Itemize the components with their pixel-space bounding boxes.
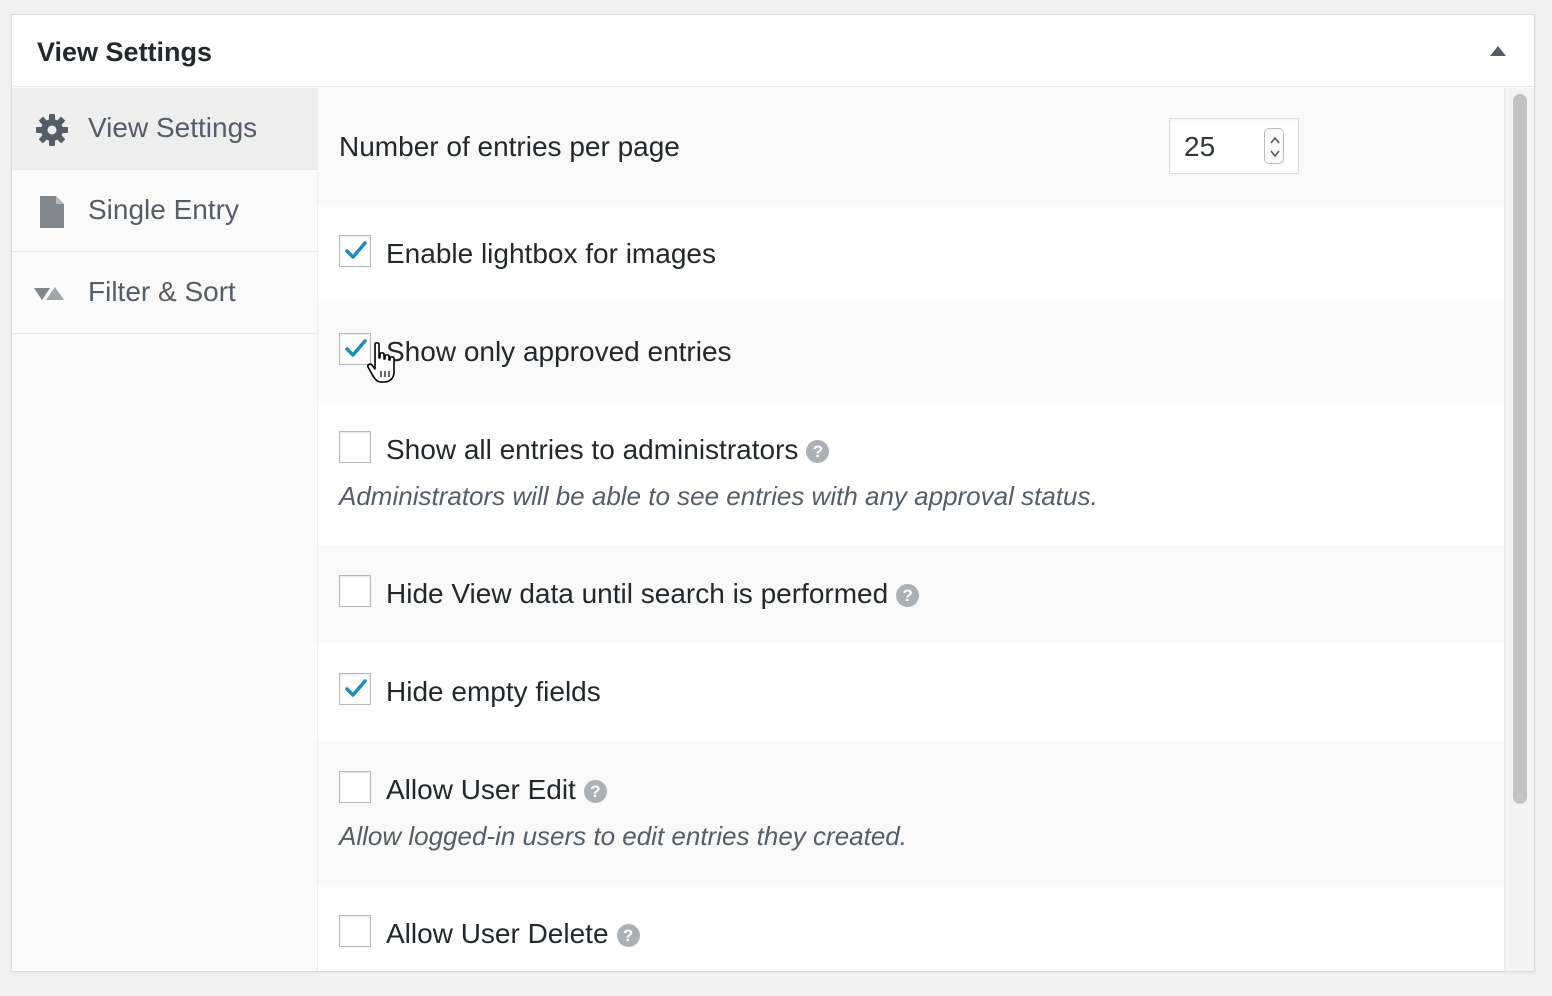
hide-until-search-checkbox[interactable] (339, 575, 371, 607)
lightbox-label: Enable lightbox for images (386, 238, 716, 269)
hand-cursor-icon (367, 342, 395, 383)
user-edit-text: Allow User Edit (386, 774, 576, 805)
setting-row-hide-until-search: Hide View data until search is performed… (318, 545, 1504, 643)
hide-empty-label: Hide empty fields (386, 676, 601, 707)
admin-show-all-checkbox[interactable] (339, 431, 371, 463)
filter-sort-icon (34, 276, 70, 312)
entries-per-page-input[interactable]: 25 (1169, 118, 1299, 174)
panel-title: View Settings (37, 37, 213, 67)
admin-show-all-description: Administrators will be able to see entri… (339, 481, 1098, 511)
document-icon (34, 194, 70, 230)
vertical-scrollbar[interactable] (1504, 88, 1534, 971)
help-icon[interactable]: ? (583, 780, 607, 803)
settings-content: Number of entries per page 25 Enable lig… (318, 88, 1504, 971)
setting-row-hide-empty: Hide empty fields (318, 643, 1504, 741)
settings-tabs: View Settings Single Entry Filter & Sort (12, 88, 318, 971)
lightbox-checkbox[interactable] (339, 235, 371, 267)
setting-row-admin-show-all: Show all entries to administrators? Admi… (318, 401, 1504, 545)
tab-single-entry[interactable]: Single Entry (12, 170, 317, 252)
setting-row-approved-only: Show only approved entries (318, 303, 1504, 401)
tab-label: Filter & Sort (88, 276, 236, 307)
scrollbar-thumb[interactable] (1513, 94, 1527, 804)
admin-show-all-label: Show all entries to administrators? (386, 434, 830, 466)
approved-only-label: Show only approved entries (386, 336, 732, 367)
tab-view-settings[interactable]: View Settings (12, 88, 317, 170)
user-edit-description: Allow logged-in users to edit entries th… (339, 821, 907, 851)
user-edit-label: Allow User Edit? (386, 774, 607, 806)
hide-until-search-text: Hide View data until search is performed (386, 578, 889, 609)
user-delete-checkbox[interactable] (339, 915, 371, 947)
admin-show-all-text: Show all entries to administrators (386, 434, 799, 465)
collapse-toggle-icon[interactable] (1490, 46, 1506, 56)
help-icon[interactable]: ? (896, 584, 920, 607)
user-edit-checkbox[interactable] (339, 771, 371, 803)
hide-empty-checkbox[interactable] (339, 673, 371, 705)
panel-body: View Settings Single Entry Filter & Sort… (12, 88, 1534, 971)
gear-icon (34, 112, 70, 148)
entries-per-page-label: Number of entries per page (339, 131, 680, 162)
panel-header[interactable]: View Settings (12, 15, 1534, 87)
tab-label: Single Entry (88, 194, 239, 225)
setting-row-entries-per-page: Number of entries per page 25 (318, 88, 1504, 205)
setting-row-lightbox: Enable lightbox for images (318, 205, 1504, 303)
user-delete-label: Allow User Delete? (386, 918, 640, 950)
setting-row-user-delete: Allow User Delete? (318, 885, 1504, 971)
view-settings-panel: View Settings View Settings Single Entry… (11, 14, 1535, 972)
setting-row-user-edit: Allow User Edit? Allow logged-in users t… (318, 741, 1504, 885)
tab-filter-sort[interactable]: Filter & Sort (12, 252, 317, 334)
entries-per-page-value: 25 (1184, 131, 1216, 162)
checkmark-icon (345, 241, 367, 259)
help-icon[interactable]: ? (806, 440, 830, 463)
checkmark-icon (345, 679, 367, 697)
tab-label: View Settings (88, 112, 258, 143)
hide-until-search-label: Hide View data until search is performed… (386, 578, 920, 610)
user-delete-text: Allow User Delete (386, 918, 609, 949)
number-spinner[interactable] (1264, 128, 1284, 164)
help-icon[interactable]: ? (616, 924, 640, 947)
